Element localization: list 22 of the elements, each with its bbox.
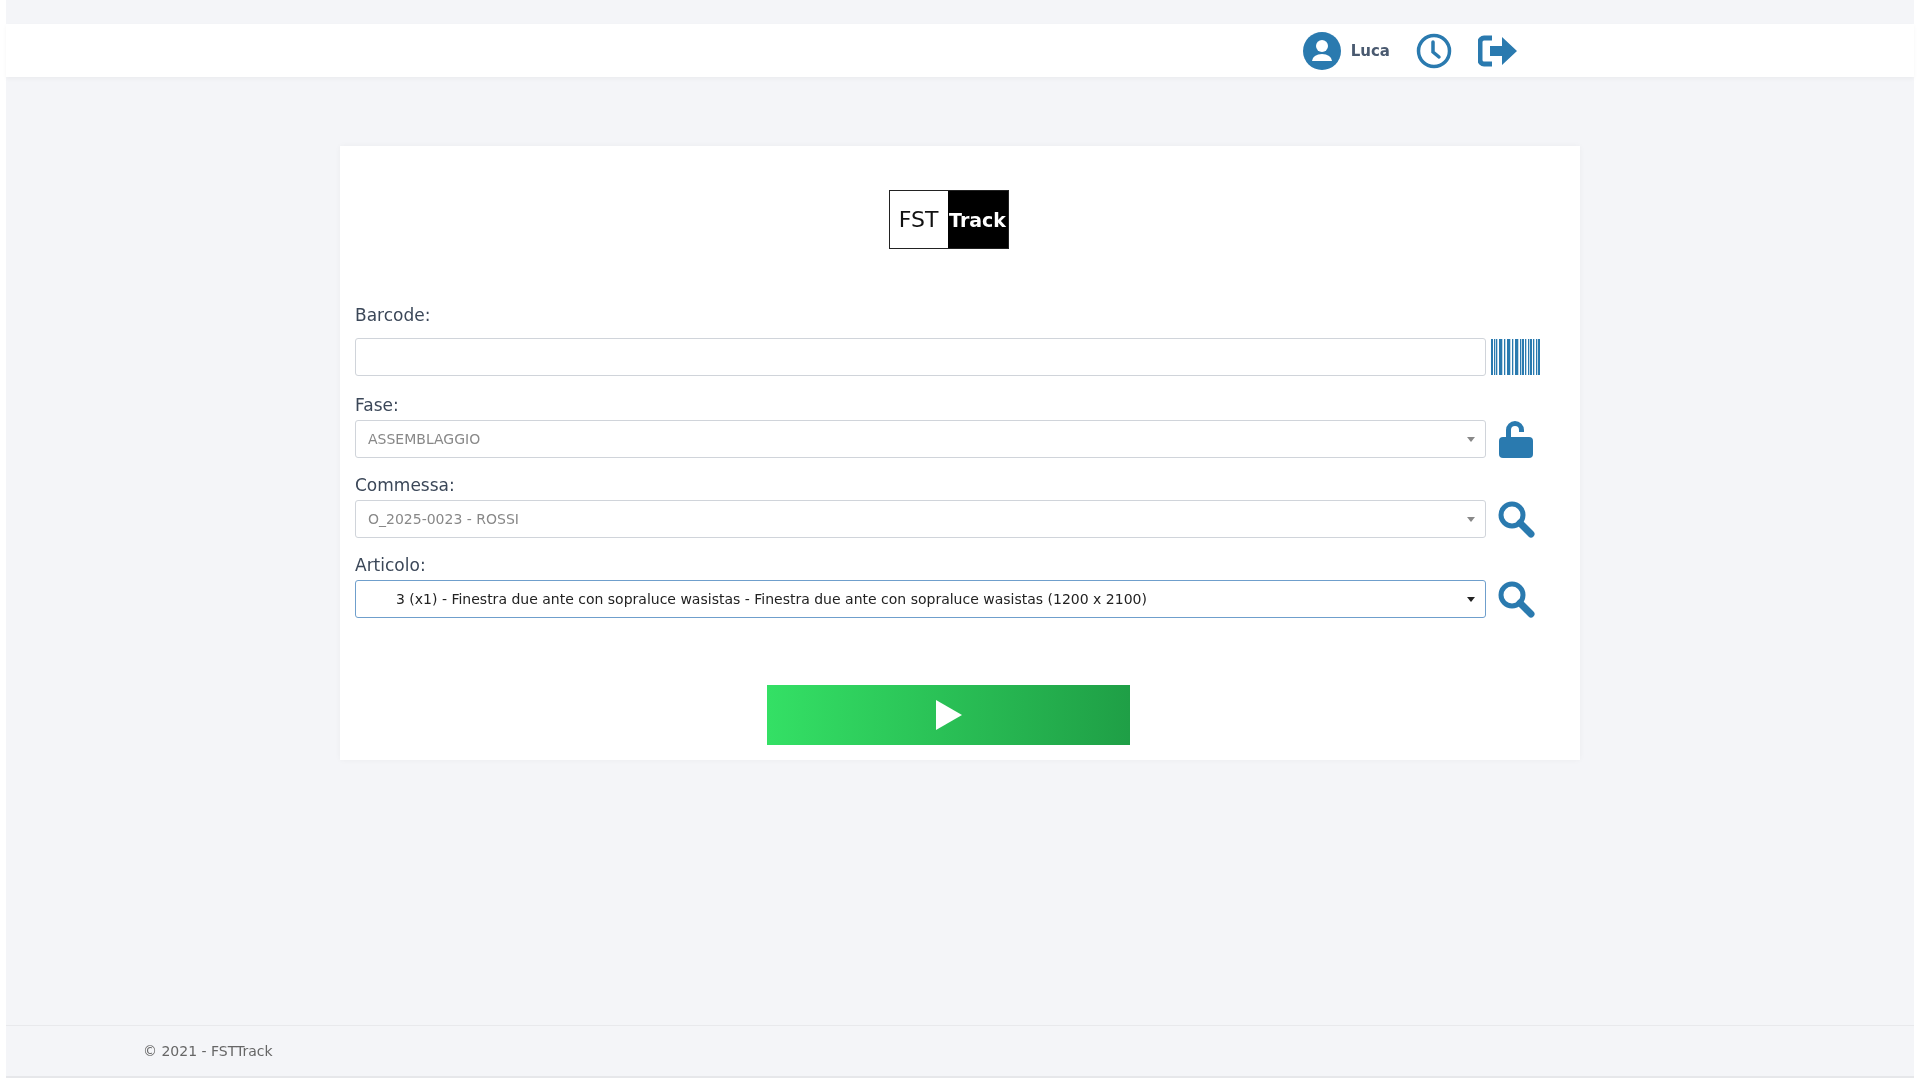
field-label: Commessa: — [355, 475, 456, 495]
search-icon — [1497, 580, 1535, 618]
start-button[interactable] — [767, 685, 1130, 745]
unlocked-padlock-icon — [1499, 420, 1533, 458]
field-action-button[interactable] — [1490, 337, 1542, 377]
logo: FST Track — [888, 190, 1009, 249]
barcode-input[interactable] — [355, 338, 1486, 376]
select-field[interactable]: 3 (x1) - Finestra due ante con sopraluce wasistas - Finestra due ante con sopraluce wasistas (1200 x 2100) — [355, 580, 1486, 618]
field-label: Barcode: — [355, 305, 432, 325]
caret-icon — [1467, 516, 1475, 522]
user-name[interactable]: Luca — [1350, 41, 1390, 60]
caret-icon — [1467, 436, 1475, 442]
logout-icon[interactable] — [1478, 34, 1518, 67]
play-icon — [934, 699, 963, 731]
search-icon — [1497, 500, 1535, 538]
clock-icon[interactable] — [1416, 32, 1452, 69]
caret-icon — [1467, 596, 1475, 602]
field-label: Articolo: — [355, 555, 427, 575]
copyright-text: © 2021 - FSTTrack — [143, 1043, 273, 1059]
field-label: Fase: — [355, 395, 400, 415]
barcode-icon — [1491, 339, 1541, 375]
user-avatar-icon[interactable] — [1302, 31, 1341, 70]
